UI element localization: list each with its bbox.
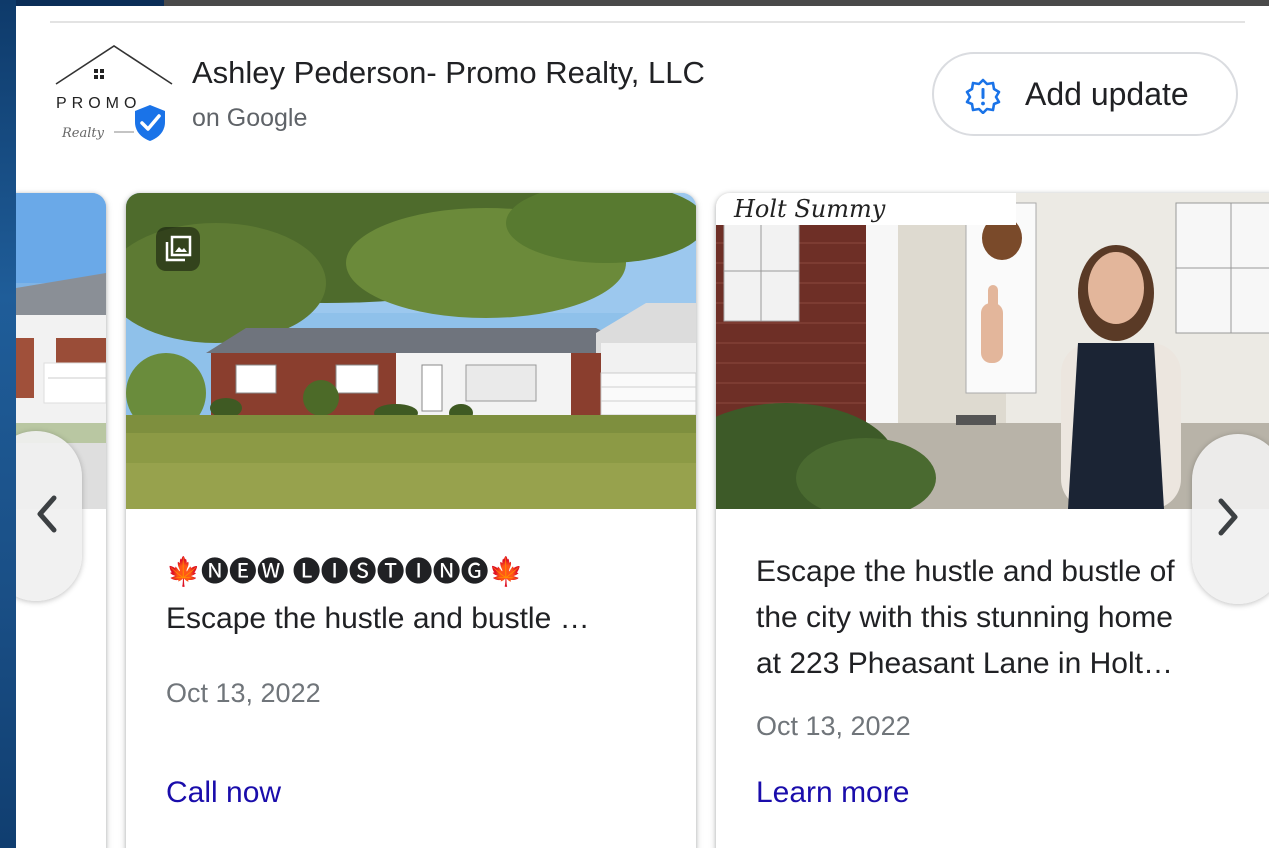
business-posts-panel: PROMO Realty Ashley Pederson- Promo Real… — [16, 6, 1269, 848]
photo-gallery-icon — [156, 227, 200, 271]
add-update-label: Add update — [1025, 76, 1189, 112]
logo-text: PROMO — [56, 95, 141, 112]
post-text: Escape the hustle and bustle … — [166, 602, 590, 635]
post-photo[interactable]: Holt Summy — [716, 193, 1269, 509]
verified-shield-icon — [132, 104, 168, 142]
business-name[interactable]: Ashley Pederson- Promo Realty, LLC — [192, 55, 705, 91]
post-date: Oct 13, 2022 — [756, 711, 911, 741]
logo-script: Realty — [61, 126, 105, 141]
post-headline: 🍁🅝🅔🅦 🅛🅘🅢🅣🅘🅝🅖🍁 — [166, 556, 524, 587]
photo-caption: Holt Summy — [733, 195, 886, 223]
add-update-button[interactable]: Add update — [932, 52, 1238, 136]
post-photo[interactable] — [126, 193, 696, 509]
carousel-prev-button[interactable] — [16, 431, 82, 601]
post-text-line-3: at 223 Pheasant Lane in Holt… — [756, 647, 1173, 680]
post-text-line-1: Escape the hustle and bustle of — [756, 555, 1175, 588]
call-now-link[interactable]: Call now — [166, 776, 281, 810]
post-card[interactable]: 🍁🅝🅔🅦 🅛🅘🅢🅣🅘🅝🅖🍁 Escape the hustle and bust… — [126, 193, 696, 848]
desktop-background — [0, 0, 16, 848]
business-subtitle: on Google — [192, 104, 308, 132]
alert-badge-icon — [965, 78, 1001, 115]
chevron-left-icon — [32, 494, 62, 539]
chevron-right-icon — [1213, 497, 1243, 542]
post-date: Oct 13, 2022 — [166, 678, 321, 708]
post-text-line-2: the city with this stunning home — [756, 601, 1173, 634]
divider — [50, 21, 1245, 23]
learn-more-link[interactable]: Learn more — [756, 776, 909, 810]
carousel-next-button[interactable] — [1192, 434, 1269, 604]
post-card[interactable]: Holt Summy Escape the hustle and bustle … — [716, 193, 1269, 848]
